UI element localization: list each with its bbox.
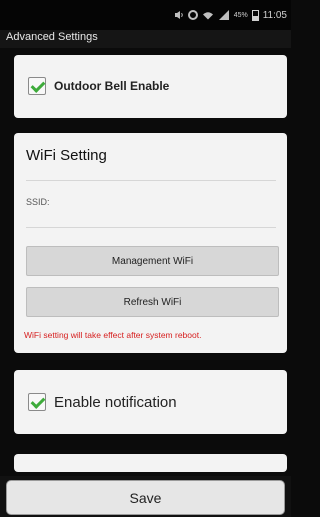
outdoor-bell-toggle[interactable]: Outdoor Bell Enable [28,77,169,95]
volume-icon [174,11,183,19]
next-settings-card [14,454,287,472]
notification-checkbox[interactable] [28,393,46,411]
sync-icon [187,10,198,20]
wifi-setting-title: WiFi Setting [26,147,107,164]
wifi-setting-card: WiFi Setting SSID: Management WiFi Refre… [14,133,287,353]
refresh-wifi-button[interactable]: Refresh WiFi [26,287,279,317]
title-bar: Advanced Settings [0,30,291,48]
bottom-bar: Save [0,476,291,517]
outdoor-bell-card: Outdoor Bell Enable [14,55,287,118]
save-button[interactable]: Save [6,480,285,515]
signal-icon [218,10,229,20]
outdoor-bell-label: Outdoor Bell Enable [54,79,170,93]
wifi-icon [202,12,213,20]
notification-label: Enable notification [54,393,177,411]
divider [26,180,276,181]
ssid-label: SSID: [26,197,50,207]
battery-icon [251,9,259,21]
page-title: Advanced Settings [6,31,98,43]
notification-toggle[interactable]: Enable notification [28,393,177,411]
status-bar: 45% 11:05 [0,0,291,30]
battery-percent: 45% [233,11,248,19]
ssid-underline [26,227,276,228]
management-wifi-button[interactable]: Management WiFi [26,246,279,276]
notification-card: Enable notification [14,370,287,434]
wifi-warning-text: WiFi setting will take effect after syst… [24,330,202,340]
status-icons: 45% 11:05 [174,8,287,22]
outdoor-bell-checkbox[interactable] [28,77,46,95]
clock: 11:05 [262,9,287,21]
